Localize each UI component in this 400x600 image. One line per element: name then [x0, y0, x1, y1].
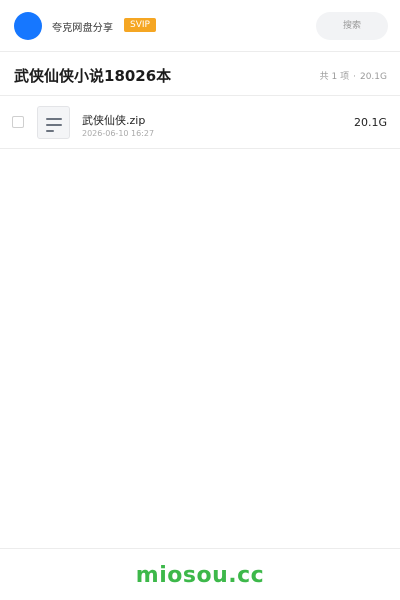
search-input[interactable]: 搜索: [316, 12, 388, 40]
avatar[interactable]: [14, 12, 42, 40]
file-checkbox[interactable]: [12, 116, 24, 128]
list-item[interactable]: 武侠仙侠.zip 2026-06-10 16:27 20.1G: [0, 97, 400, 149]
brand-name: 夸克网盘分享: [52, 23, 114, 34]
folder-meta: 共 1 项 · 20.1G: [320, 69, 387, 82]
svip-badge: SVIP: [124, 18, 156, 32]
meta-separator: ·: [353, 72, 356, 82]
document-icon: [37, 106, 70, 139]
header: 夸克网盘分享 SVIP 搜索: [0, 0, 400, 52]
footer: miosou.cc: [0, 548, 400, 600]
share-page: 夸克网盘分享 SVIP 搜索 武侠仙侠小说18026本 共 1 项 · 20.1G …: [0, 0, 400, 600]
item-count: 共 1 项: [319, 72, 350, 82]
footer-site-link[interactable]: miosou.cc: [136, 563, 264, 588]
file-name[interactable]: 武侠仙侠.zip: [82, 112, 145, 128]
folder-header: 武侠仙侠小说18026本 共 1 项 · 20.1G: [0, 52, 400, 96]
page-title: 武侠仙侠小说18026本: [14, 67, 172, 85]
total-size: 20.1G: [359, 72, 387, 82]
file-timestamp: 2026-06-10 16:27: [82, 129, 155, 138]
file-size: 20.1G: [353, 116, 387, 129]
